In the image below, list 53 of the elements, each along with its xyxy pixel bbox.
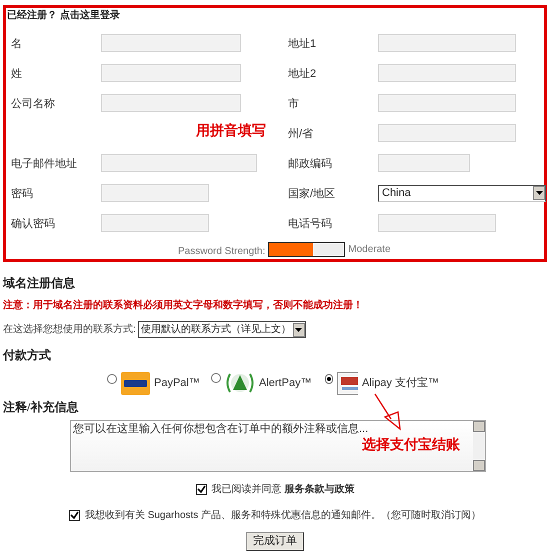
payment-logo-icon bbox=[336, 372, 358, 394]
section-title: 付款方式 bbox=[3, 347, 52, 364]
input-field[interactable] bbox=[101, 94, 241, 112]
field-label: 州/省 bbox=[288, 127, 314, 142]
arrow-drawing bbox=[373, 393, 403, 431]
radio-button[interactable] bbox=[211, 373, 221, 383]
strength-label: Password Strength: bbox=[178, 246, 266, 257]
input-field[interactable] bbox=[101, 184, 209, 202]
submit-button[interactable]: 完成订单 bbox=[246, 532, 304, 551]
radio-button[interactable] bbox=[107, 374, 117, 384]
input-field[interactable] bbox=[378, 124, 516, 142]
field-label: 确认密码 bbox=[11, 216, 56, 232]
payment-logo-icon bbox=[121, 372, 150, 394]
section-title: 注释/补充信息 bbox=[3, 399, 80, 416]
payment-logo-icon bbox=[225, 371, 255, 395]
payment-label: AlertPay™ bbox=[259, 376, 312, 391]
field-label: 地址2 bbox=[288, 67, 318, 82]
field-label: 国家/地区 bbox=[288, 186, 336, 202]
payment-label: PayPal™ bbox=[154, 376, 200, 391]
country-select[interactable]: China bbox=[378, 184, 546, 202]
field-label: 密码 bbox=[11, 186, 34, 202]
input-field[interactable] bbox=[101, 34, 241, 52]
contact-select[interactable]: 使用默认的联系方式（详见上文） bbox=[138, 321, 306, 338]
annotation-text: 用拼音填写 bbox=[196, 121, 266, 140]
contact-label: 在这选择您想使用的联系方式: bbox=[3, 322, 136, 337]
input-field[interactable] bbox=[378, 154, 470, 172]
field-label: 电子邮件地址 bbox=[11, 157, 78, 172]
field-label: 电话号码 bbox=[288, 217, 333, 232]
input-field[interactable] bbox=[378, 94, 516, 112]
warning-text: 注意：用于域名注册的联系资料必须用英文字母和数字填写，否则不能成功注册！ bbox=[3, 298, 364, 313]
radio-button[interactable] bbox=[325, 374, 333, 384]
checkbox[interactable] bbox=[68, 510, 80, 521]
field-label: 姓 bbox=[11, 67, 23, 82]
checkbox[interactable] bbox=[196, 484, 207, 495]
input-field[interactable] bbox=[378, 214, 496, 232]
field-label: 公司名称 bbox=[11, 97, 56, 112]
field-label: 名 bbox=[11, 37, 23, 52]
section-title: 域名注册信息 bbox=[3, 275, 76, 290]
annotation-text: 选择支付宝结账 bbox=[362, 435, 460, 454]
login-link[interactable]: 已经注册？ 点击这里登录 bbox=[7, 9, 543, 23]
strength-reading: Moderate bbox=[348, 243, 391, 257]
input-field[interactable] bbox=[378, 34, 516, 52]
field-label: 邮政编码 bbox=[288, 157, 333, 172]
checkbox-label: 我已阅读并同意 服务条款与政策 bbox=[212, 482, 354, 497]
input-field[interactable] bbox=[101, 64, 241, 82]
field-label: 市 bbox=[288, 96, 300, 112]
checkbox-label: 我想收到有关 Sugarhosts 产品、服务和特殊优惠信息的通知邮件。（您可随时取消订阅） bbox=[84, 508, 482, 523]
input-field[interactable] bbox=[101, 214, 209, 232]
payment-label: Alipay 支付宝™ bbox=[362, 376, 439, 391]
input-field[interactable] bbox=[101, 154, 257, 172]
field-label: 地址1 bbox=[288, 37, 318, 52]
input-field[interactable] bbox=[378, 64, 516, 82]
scrollbar[interactable] bbox=[473, 421, 485, 471]
